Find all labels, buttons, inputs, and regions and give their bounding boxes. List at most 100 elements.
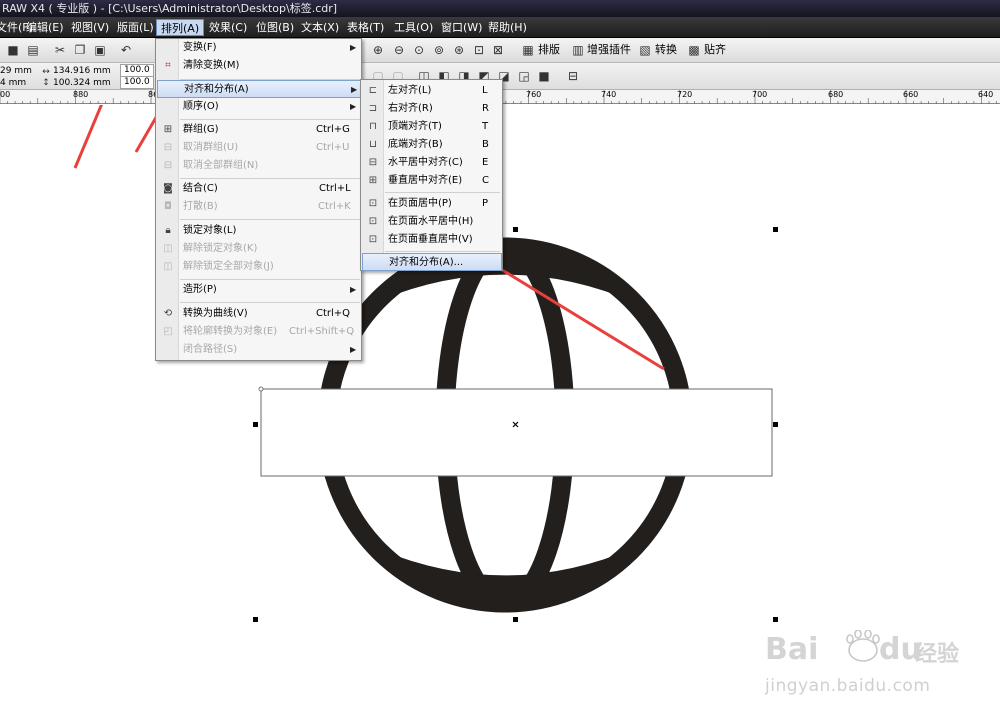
menu-separator [385,192,500,193]
menu-item-shortcut: Ctrl+U [316,142,350,153]
convert-icon[interactable]: ▧ [637,42,653,58]
menu-tools[interactable]: 工具(O) [390,19,437,36]
ruler-label: 660 [903,90,919,99]
menu-item-ungroup[interactable]: ⊟ 取消群组(U) Ctrl+U [156,139,361,157]
print-icon[interactable]: ▤ [25,42,41,58]
menu-item-label: 锁定对象(L) [183,225,237,236]
menu-item-align-right[interactable]: ⊐ 右对齐(R) R [361,100,502,118]
back-minus-front-icon[interactable]: ◲ [516,68,532,84]
menu-item-label: 解除锁定对象(K) [183,243,258,254]
menu-item-close-path[interactable]: 闭合路径(S) ▶ [156,341,361,359]
zoom-height-icon[interactable]: ⊠ [490,42,506,58]
rect-node [258,386,264,392]
menu-item-unlock-object[interactable]: ◫ 解除锁定对象(K) [156,240,361,258]
menu-separator [180,178,360,179]
align-vcenter-icon: ⊞ [368,175,378,186]
menu-item-label: 结合(C) [183,183,218,194]
menu-item-label: 在页面水平居中(H) [388,216,474,227]
menu-item-align-bottom[interactable]: ⊔ 底端对齐(B) B [361,136,502,154]
undo-icon[interactable]: ↶ [118,42,134,58]
zoom-page-icon[interactable]: ⊛ [451,42,467,58]
menu-item-combine[interactable]: ◙ 结合(C) Ctrl+L [156,180,361,198]
selected-rectangle [260,388,773,477]
arrange-dropdown-menu: 变换(F) ▶ ⌗ 清除变换(M) 对齐和分布(A) ▶ 顺序(O) ▶ ⊞ 群… [155,38,362,361]
menu-table[interactable]: 表格(T) [343,19,388,36]
menu-arrange[interactable]: 排列(A) [156,19,205,36]
submenu-arrow-icon: ▶ [351,85,358,94]
height-field[interactable]: 100.324 mm [53,77,111,90]
menu-item-label: 造形(P) [183,284,217,295]
menu-item-align-left[interactable]: ⊏ 左对齐(L) L [361,82,502,100]
menu-item-center-page-h[interactable]: ⊡ 在页面水平居中(H) [361,213,502,231]
menu-view[interactable]: 视图(V) [67,19,113,36]
menu-item-shortcut: Ctrl+Q [316,308,351,319]
menu-item-center-page-v[interactable]: ⊡ 在页面垂直居中(V) [361,231,502,249]
menu-item-align-distribute[interactable]: 对齐和分布(A) ▶ [157,80,361,98]
unlock-icon: ◫ [163,243,173,254]
menu-item-align-hcenter[interactable]: ⊟ 水平居中对齐(C) E [361,154,502,172]
menu-item-order[interactable]: 顺序(O) ▶ [156,98,361,116]
boundary-icon[interactable]: ■ [536,68,552,84]
submenu-arrow-icon: ▶ [350,345,357,354]
menu-edit[interactable]: 编辑(E) [22,19,68,36]
align-distribute-submenu: ⊏ 左对齐(L) L ⊐ 右对齐(R) R ⊓ 顶端对齐(T) T ⊔ 底端对齐… [360,79,503,271]
snap-button[interactable]: 贴齐 [704,42,726,58]
height-icon: ↕ [42,78,50,88]
zoom-width-icon[interactable]: ⊡ [471,42,487,58]
menu-text[interactable]: 文本(X) [297,19,343,36]
zoom-out-icon[interactable]: ⊖ [391,42,407,58]
menu-separator [180,119,360,120]
zoom-in-icon[interactable]: ⊕ [370,42,386,58]
menu-bitmaps[interactable]: 位图(B) [252,19,298,36]
submenu-arrow-icon: ▶ [350,43,357,52]
menu-item-ungroup-all[interactable]: ⊟ 取消全部群组(N) [156,157,361,175]
align-distribute-tb-icon[interactable]: ⊟ [565,68,581,84]
menu-item-shaping[interactable]: 造形(P) ▶ [156,281,361,299]
menu-window[interactable]: 窗口(W) [437,19,486,36]
unlock-all-icon: ◫ [163,261,173,272]
center-page-icon: ⊡ [368,198,378,209]
menu-item-unlock-all[interactable]: ◫ 解除锁定全部对象(J) [156,258,361,276]
menu-item-clear-transform[interactable]: ⌗ 清除变换(M) [156,57,361,75]
transform-icon [161,41,175,55]
arrange-icon[interactable]: ▦ [520,42,536,58]
menu-item-lock-object[interactable]: 🔒︎ 锁定对象(L) [156,222,361,240]
menu-item-label: 取消全部群组(N) [183,160,259,171]
coreldraw-window: RAW X4 ( 专业版 ) - [C:\Users\Administrator… [0,0,1000,719]
menu-item-convert-to-curves[interactable]: ⟲ 转换为曲线(V) Ctrl+Q [156,305,361,323]
menu-item-label: 解除锁定全部对象(J) [183,261,274,272]
menu-item-break-apart[interactable]: ◘ 打散(B) Ctrl+K [156,198,361,216]
menu-layout[interactable]: 版面(L) [113,19,158,36]
group-icon: ⊞ [163,124,173,135]
menu-item-label: 转换为曲线(V) [183,308,248,319]
arrange-button[interactable]: 排版 [538,42,560,58]
zoom-all-icon[interactable]: ⊚ [431,42,447,58]
paste-icon[interactable]: ▣ [92,42,108,58]
menu-help[interactable]: 帮助(H) [484,19,531,36]
save-icon[interactable]: ■ [5,42,21,58]
menu-item-group[interactable]: ⊞ 群组(G) Ctrl+G [156,121,361,139]
pos-y-field[interactable]: 4 mm [0,77,26,90]
zoom-selected-icon[interactable]: ⊙ [411,42,427,58]
menu-separator [385,251,500,252]
scale-y-field[interactable]: 100.0 [120,76,154,89]
menu-item-align-top[interactable]: ⊓ 顶端对齐(T) T [361,118,502,136]
menu-item-label: 顶端对齐(T) [388,121,442,132]
menu-item-transform[interactable]: 变换(F) ▶ [156,39,361,57]
menu-item-outline-to-object[interactable]: ◰ 将轮廓转换为对象(E) Ctrl+Shift+Q [156,323,361,341]
snap-icon[interactable]: ▩ [686,42,702,58]
convert-button[interactable]: 转换 [655,42,677,58]
copy-icon[interactable]: ❐ [72,42,88,58]
plugin-button[interactable]: 增强插件 [587,42,631,58]
ungroup-icon: ⊟ [163,142,173,153]
menu-item-align-vcenter[interactable]: ⊞ 垂直居中对齐(E) C [361,172,502,190]
cut-icon[interactable]: ✂ [52,42,68,58]
menu-item-shortcut: L [482,85,488,96]
menu-effects[interactable]: 效果(C) [205,19,251,36]
menu-item-shortcut: Ctrl+Shift+Q [289,326,355,337]
menu-item-align-distribute-dialog[interactable]: 对齐和分布(A)... [362,253,502,271]
plugin-icon[interactable]: ▥ [570,42,586,58]
menu-item-center-page[interactable]: ⊡ 在页面居中(P) P [361,195,502,213]
ruler-label: 760 [526,90,542,99]
align-top-icon: ⊓ [369,121,377,132]
